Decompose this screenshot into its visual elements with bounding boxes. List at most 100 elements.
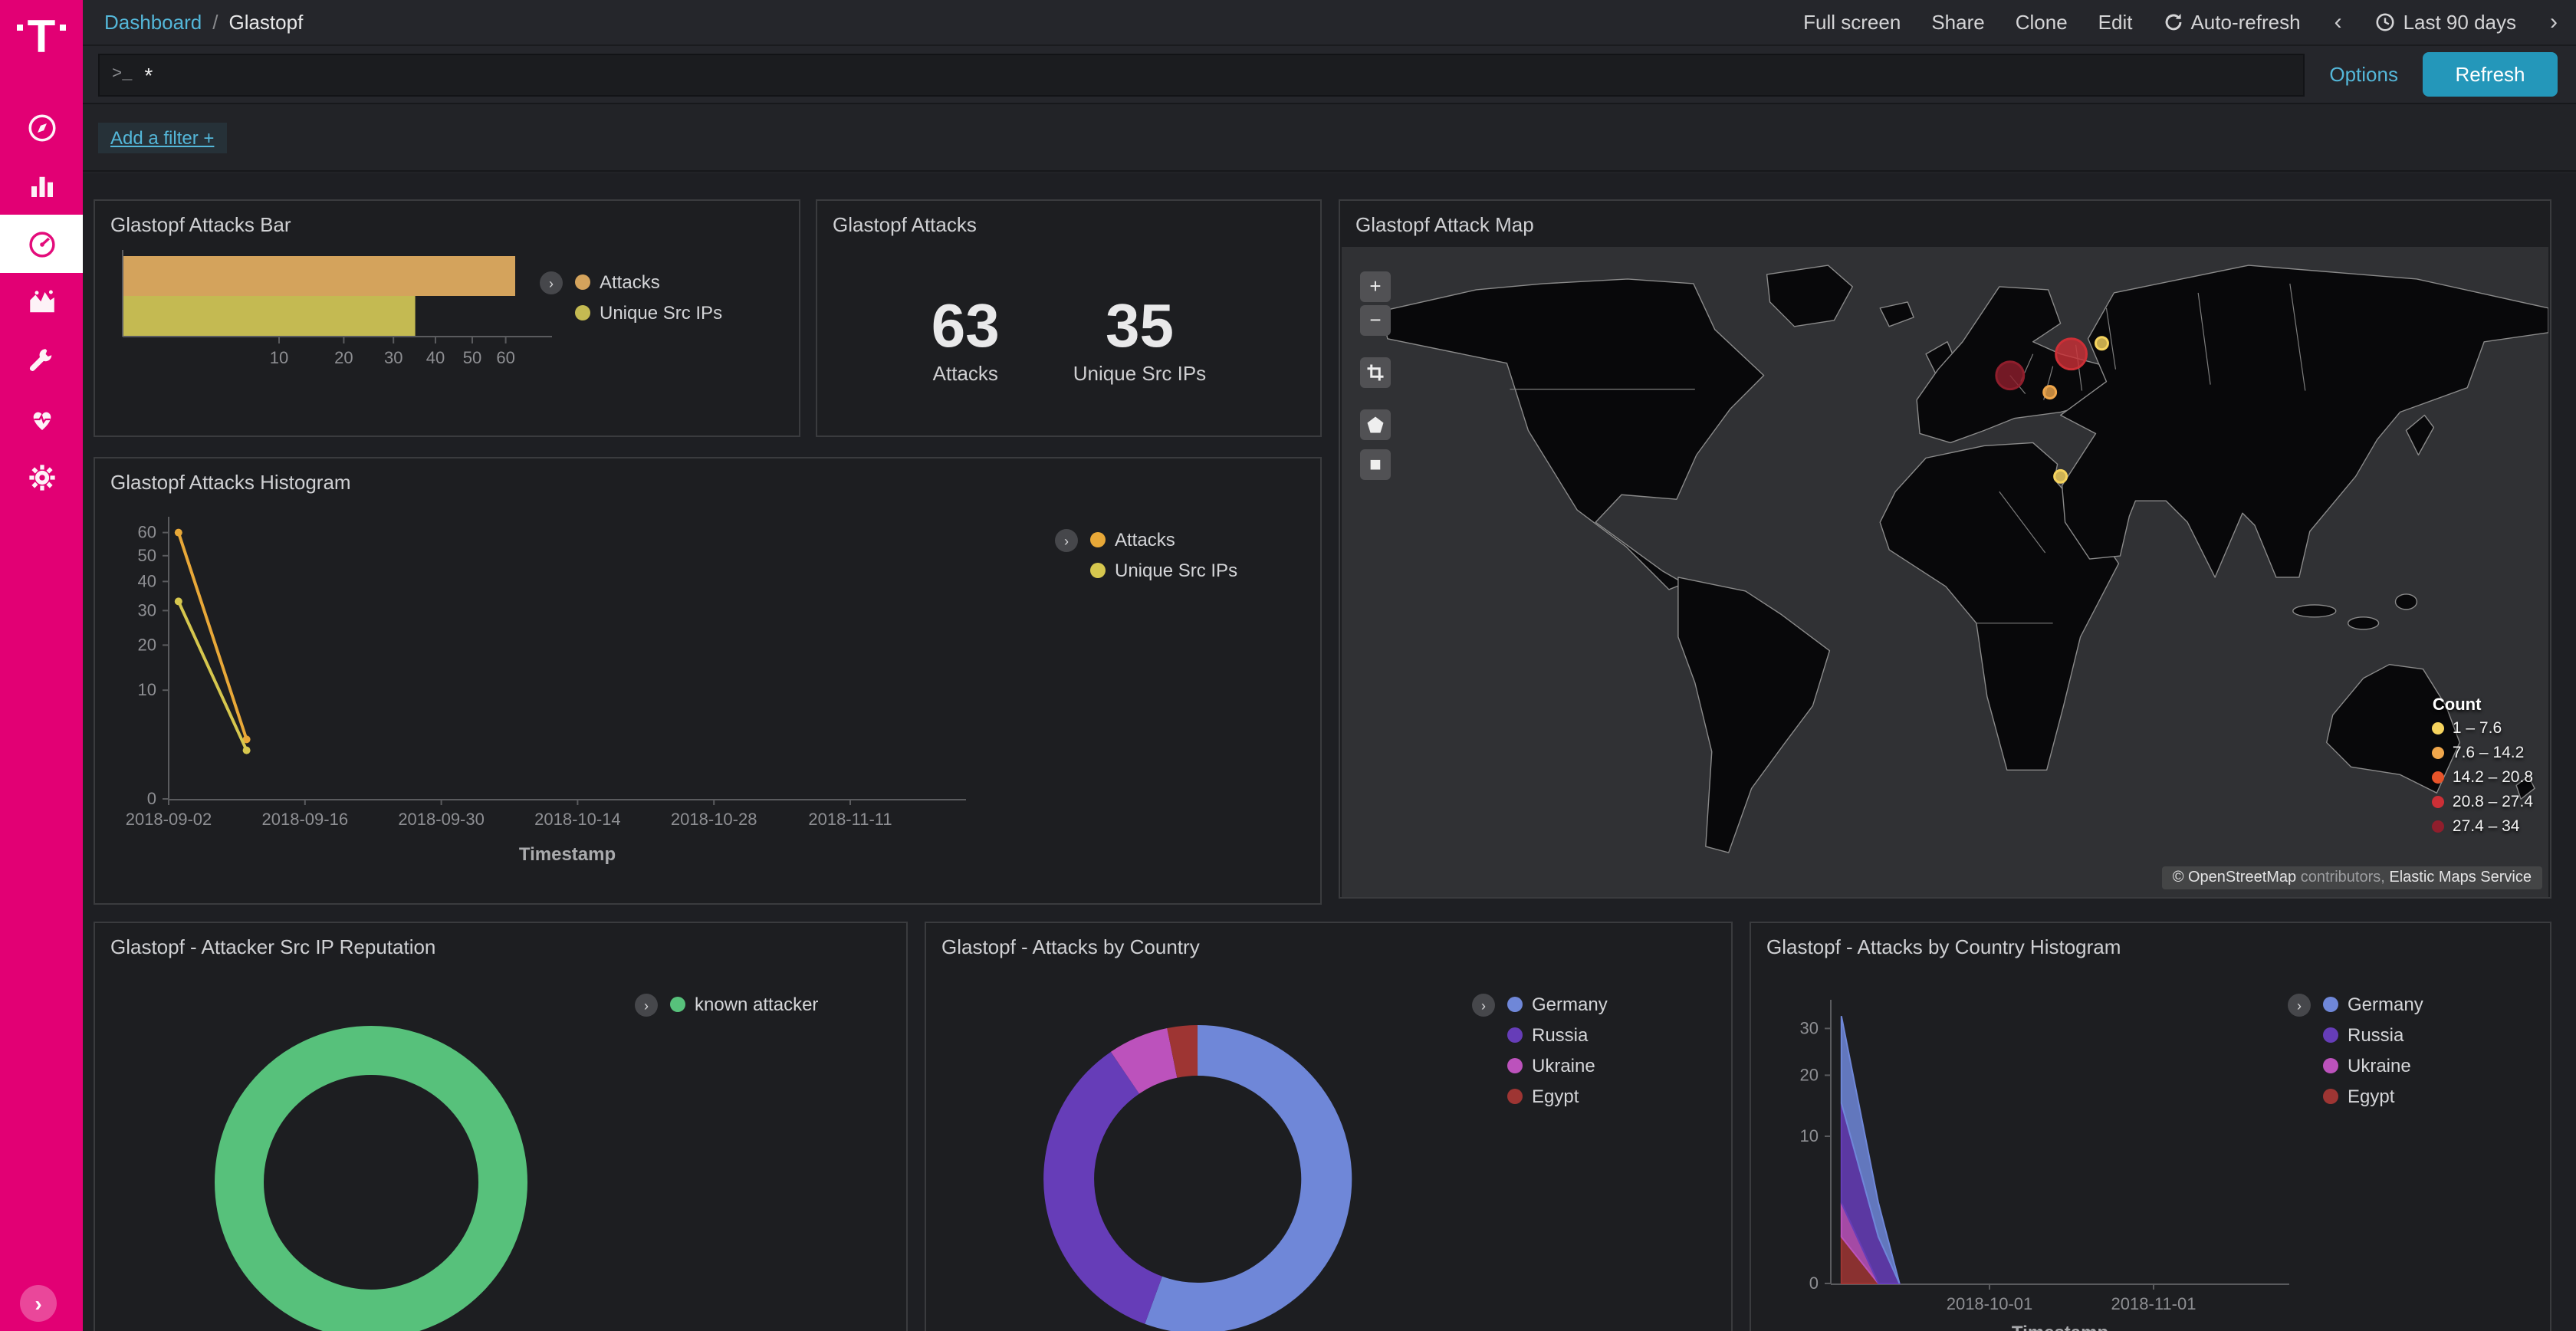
panel-title: Glastopf Attack Map [1340, 201, 2550, 239]
sidebar-item-visualize[interactable] [0, 156, 83, 215]
rectangle-tool-button[interactable]: ■ [1360, 449, 1391, 480]
options-link[interactable]: Options [2329, 63, 2398, 86]
share-button[interactable]: Share [1931, 11, 1984, 34]
zoom-in-button[interactable]: + [1360, 271, 1391, 302]
auto-refresh-button[interactable]: Auto-refresh [2163, 11, 2300, 34]
elastic-maps-attribution-link[interactable]: Elastic Maps Service [2389, 869, 2532, 886]
country-histogram-chart[interactable]: 01020302018-10-012018-11-01Timestamp [1760, 984, 2343, 1331]
svg-text:20: 20 [1800, 1065, 1819, 1084]
legend-dot [575, 305, 590, 320]
svg-text:60: 60 [138, 523, 156, 542]
legend-dot [2323, 997, 2338, 1012]
legend: › Germany Russia Ukraine Egypt [1472, 994, 1608, 1116]
svg-text:Timestamp: Timestamp [2012, 1323, 2108, 1331]
bar-chart-icon [25, 169, 58, 202]
country-donut-chart[interactable] [926, 923, 1733, 1331]
top-actions: Full screen Share Clone Edit Auto-refres… [1803, 9, 2561, 35]
osm-attribution-link[interactable]: © OpenStreetMap [2173, 869, 2297, 886]
legend-item-egypt[interactable]: Egypt [1507, 1086, 1608, 1107]
legend-item-known-attacker[interactable]: known attacker [670, 994, 818, 1015]
filter-bar: Add a filter + [83, 104, 2576, 172]
legend-toggle-icon[interactable]: › [1055, 529, 1078, 552]
world-map[interactable]: + − [1342, 247, 2548, 897]
legend-dot [670, 997, 685, 1012]
map-legend-row: 14.2 – 20.8 [2433, 768, 2533, 787]
attacks-histogram-chart[interactable]: 01020304050602018-09-022018-09-162018-09… [107, 504, 1027, 882]
gear-icon [25, 461, 58, 493]
pentagon-icon [1366, 416, 1385, 434]
legend-item-russia[interactable]: Russia [1507, 1024, 1608, 1046]
sidebar-item-timelion[interactable] [0, 273, 83, 331]
legend-item-russia[interactable]: Russia [2323, 1024, 2423, 1046]
crop-tool-button[interactable] [1360, 357, 1391, 388]
svg-text:50: 50 [463, 348, 481, 367]
query-input[interactable] [144, 62, 2291, 87]
heart-pulse-icon [25, 403, 58, 435]
metric-attacks: 63 Attacks [932, 294, 1000, 385]
query-input-wrap: >_ [98, 53, 2305, 96]
svg-text:2018-11-11: 2018-11-11 [808, 810, 892, 829]
world-map-svg [1342, 247, 2548, 897]
sidebar-item-devtools[interactable] [0, 331, 83, 389]
main-region: Dashboard / Glastopf Full screen Share Clo… [83, 0, 2576, 1331]
clock-icon [2376, 12, 2396, 32]
legend-toggle-icon[interactable]: › [540, 271, 563, 294]
sidebar-item-monitoring[interactable] [0, 389, 83, 448]
svg-text:2018-11-01: 2018-11-01 [2111, 1294, 2196, 1313]
sidebar-collapse-button[interactable]: › [20, 1285, 57, 1322]
svg-text:40: 40 [138, 571, 156, 590]
metric-label: Attacks [932, 362, 1000, 385]
telekom-logo[interactable]: T [17, 15, 67, 77]
legend-item-unique-src-ips[interactable]: Unique Src IPs [1090, 560, 1237, 581]
legend-item-attacks[interactable]: Attacks [1090, 529, 1237, 550]
legend-item-attacks[interactable]: Attacks [575, 271, 722, 293]
reputation-donut-chart[interactable] [95, 923, 908, 1331]
polygon-tool-button[interactable] [1360, 409, 1391, 440]
map-legend-title: Count [2433, 696, 2533, 715]
svg-text:2018-10-28: 2018-10-28 [671, 810, 757, 829]
time-back-chevron[interactable]: ‹ [2331, 9, 2345, 35]
edit-button[interactable]: Edit [2098, 11, 2133, 34]
legend-item-ukraine[interactable]: Ukraine [1507, 1055, 1608, 1076]
query-bar: >_ Options Refresh [83, 46, 2576, 104]
legend-dot [2433, 771, 2445, 784]
panel-title: Glastopf - Attacks by Country Histogram [1751, 923, 2550, 961]
legend-item-ukraine[interactable]: Ukraine [2323, 1055, 2423, 1076]
panel-attacks-by-country: Glastopf - Attacks by Country › Germany … [925, 922, 1733, 1331]
attacks-bar-chart[interactable]: 102030405060 [104, 241, 564, 400]
breadcrumb-separator: / [212, 11, 218, 34]
legend-item-unique-src-ips[interactable]: Unique Src IPs [575, 302, 722, 324]
map-legend-row: 20.8 – 27.4 [2433, 793, 2533, 811]
refresh-button[interactable]: Refresh [2423, 52, 2558, 97]
legend-item-germany[interactable]: Germany [2323, 994, 2423, 1015]
legend-item-germany[interactable]: Germany [1507, 994, 1608, 1015]
map-legend-row: 7.6 – 14.2 [2433, 744, 2533, 762]
logo-dot [60, 25, 66, 31]
zoom-out-button[interactable]: − [1360, 305, 1391, 336]
add-filter-link[interactable]: Add a filter + [98, 122, 226, 153]
legend-dot [1507, 1027, 1523, 1043]
sidebar-item-discover[interactable] [0, 98, 83, 156]
compass-icon [25, 111, 58, 143]
svg-text:2018-09-02: 2018-09-02 [126, 810, 212, 829]
app-sidebar: T [0, 0, 83, 1331]
wrench-icon [25, 344, 58, 376]
sidebar-item-management[interactable] [0, 448, 83, 506]
legend-toggle-icon[interactable]: › [1472, 994, 1495, 1017]
breadcrumb-dashboard-link[interactable]: Dashboard [104, 11, 202, 34]
legend-toggle-icon[interactable]: › [2288, 994, 2311, 1017]
svg-text:Timestamp: Timestamp [519, 844, 616, 865]
legend-dot [2323, 1027, 2338, 1043]
breadcrumb-current: Glastopf [228, 11, 303, 34]
full-screen-button[interactable]: Full screen [1803, 11, 1901, 34]
time-forward-chevron[interactable]: › [2547, 9, 2561, 35]
clone-button[interactable]: Clone [2016, 11, 2068, 34]
legend-dot [2433, 820, 2445, 833]
legend-toggle-icon[interactable]: › [635, 994, 658, 1017]
svg-text:20: 20 [334, 348, 353, 367]
svg-text:30: 30 [138, 600, 156, 619]
map-legend: Count 1 – 7.6 7.6 – 14.2 14.2 – 20.8 20.… [2433, 696, 2533, 842]
time-picker-button[interactable]: Last 90 days [2376, 11, 2516, 34]
sidebar-item-dashboard[interactable] [0, 215, 83, 273]
legend-item-egypt[interactable]: Egypt [2323, 1086, 2423, 1107]
